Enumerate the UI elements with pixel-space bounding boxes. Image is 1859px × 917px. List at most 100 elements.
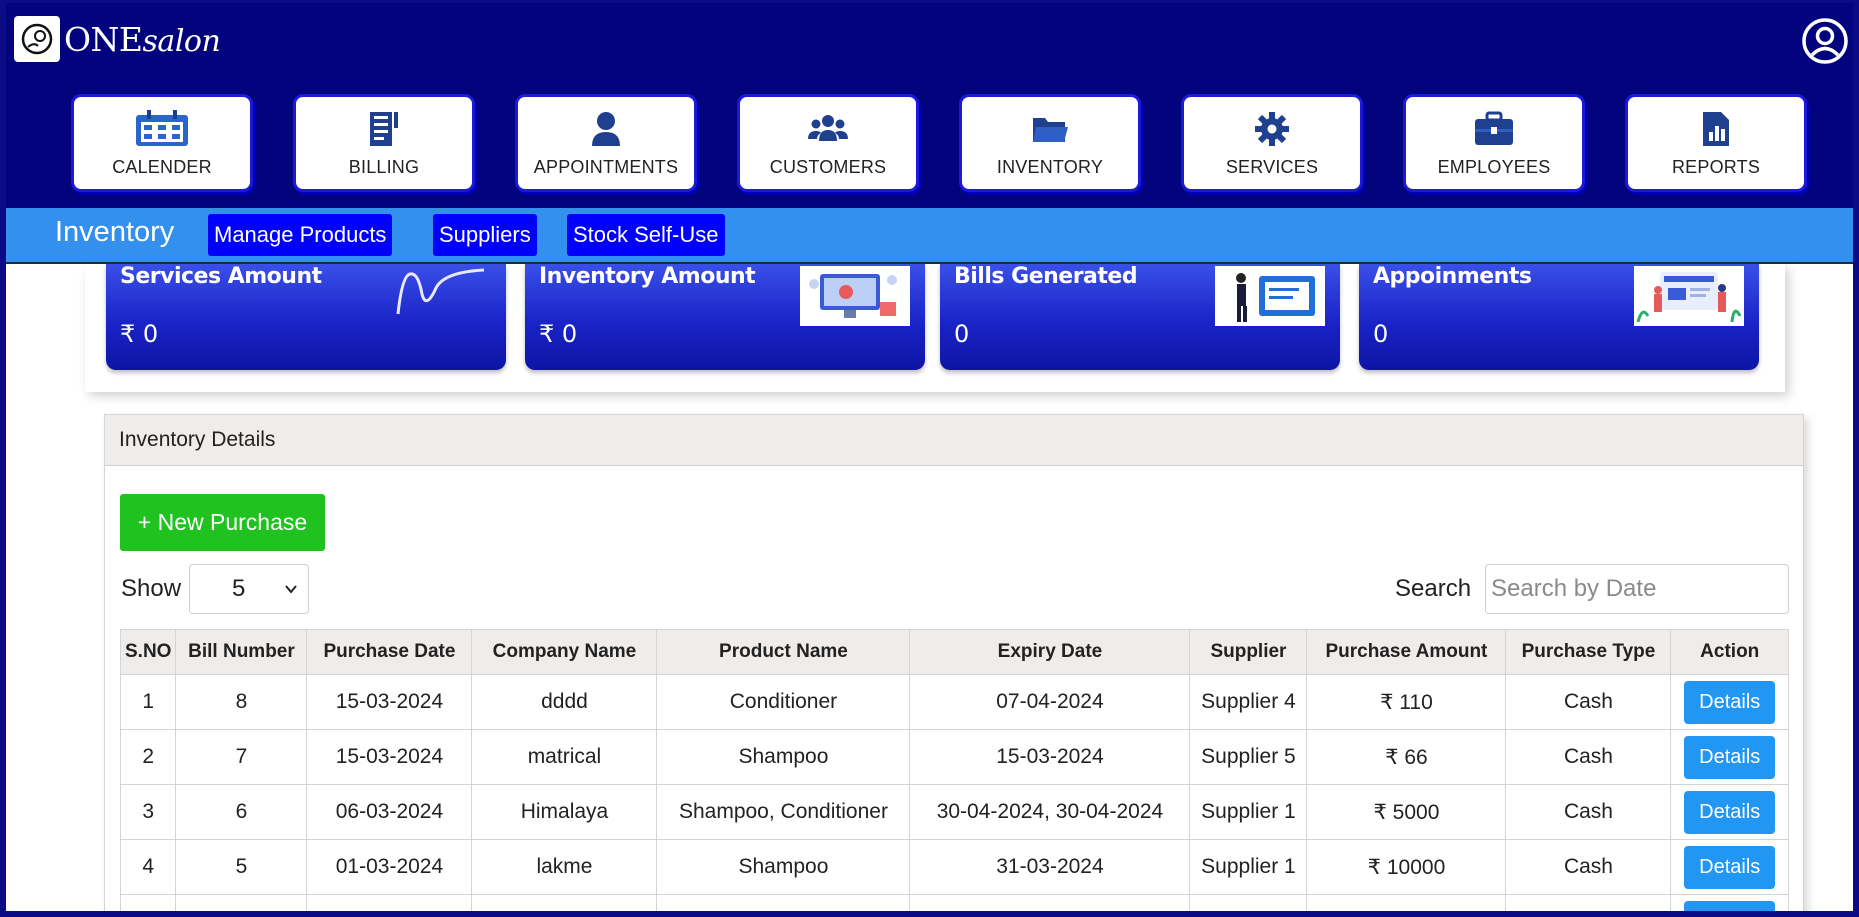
details-button[interactable]: Details [1684,735,1776,779]
details-button[interactable]: Details [1684,680,1776,724]
table-row: Details [119,894,1789,911]
main-nav: CALENDER BILLING APPOINTMENTS CUSTOMERS [64,94,1814,192]
cell-purchase-type: Cash [1505,784,1672,840]
stat-card-appoinments: Appoinments 0 [1359,264,1759,370]
table-row: 3 6 06-03-2024 Himalaya Shampoo, Conditi… [119,784,1789,840]
group-icon [800,109,856,149]
cell-action: Details [1670,674,1789,730]
stat-value: 0 [954,320,970,348]
cell-purchase-type: Cash [1505,674,1672,730]
new-purchase-button[interactable]: + New Purchase [120,494,325,551]
cell-product-name: Shampoo [656,729,911,785]
cell-sno [119,894,177,911]
cell-purchase-amount: ₹ 5000 [1306,784,1507,840]
nav-employees-button[interactable]: EMPLOYEES [1403,94,1585,192]
cell-purchase-date: 01-03-2024 [306,839,473,895]
nav-label: REPORTS [1671,156,1761,177]
nav-customers-button[interactable]: CUSTOMERS [737,94,919,192]
column-header[interactable]: Supplier [1189,629,1308,675]
report-icon [1688,109,1744,149]
cell-purchase-date [306,894,473,911]
cell-expiry-date [909,894,1191,911]
suppliers-link[interactable]: Suppliers [433,214,537,256]
details-button[interactable]: Details [1684,900,1776,911]
inventory-table: S.NO Bill Number Purchase Date Company N… [119,629,1789,911]
nav-inventory-button[interactable]: INVENTORY [959,94,1141,192]
nav-services-button[interactable]: SERVICES [1181,94,1363,192]
cell-supplier: Supplier 1 [1189,784,1308,840]
top-header: ONEsalon CALENDER BILLING APPOINTMENTS C… [6,3,1853,208]
stat-card-services-amount: Services Amount ₹ 0 [106,264,506,370]
inventory-illustration-icon [800,266,910,326]
nav-reports-button[interactable]: REPORTS [1625,94,1807,192]
search-input[interactable] [1485,564,1789,614]
cell-purchase-amount: ₹ 10000 [1306,839,1507,895]
cell-sno: 4 [119,839,177,895]
nav-label: SERVICES [1225,156,1319,177]
cell-purchase-type: Cash [1505,839,1672,895]
gear-icon [1244,109,1300,149]
card-heading: Inventory Details [105,415,1803,466]
column-header[interactable]: Company Name [471,629,658,675]
show-label: Show [121,575,182,602]
details-button[interactable]: Details [1684,845,1776,889]
search-label: Search [1395,575,1472,602]
cell-purchase-date: 15-03-2024 [306,729,473,785]
column-header[interactable]: Product Name [656,629,911,675]
column-header[interactable]: Bill Number [175,629,308,675]
cell-purchase-type: Cash [1505,729,1672,785]
cell-sno: 2 [119,729,177,785]
cell-bill-number: 8 [175,674,308,730]
nav-label: CUSTOMERS [769,156,887,177]
person-icon [578,109,634,149]
cell-bill-number: 6 [175,784,308,840]
stat-title: Bills Generated [954,264,1138,289]
brand-logo[interactable]: ONEsalon [14,16,221,62]
cell-sno: 3 [119,784,177,840]
column-header[interactable]: S.NO [119,629,177,675]
cell-action: Details [1670,894,1789,911]
nav-billing-button[interactable]: BILLING [293,94,475,192]
cell-expiry-date: 30-04-2024, 30-04-2024 [909,784,1191,840]
cell-supplier: Supplier 1 [1189,839,1308,895]
cell-action: Details [1670,729,1789,785]
stat-value: ₹ 0 [120,320,159,348]
cell-supplier [1189,894,1308,911]
column-header[interactable]: Purchase Type [1505,629,1672,675]
cell-bill-number: 7 [175,729,308,785]
cell-purchase-date: 15-03-2024 [306,674,473,730]
column-header[interactable]: Purchase Date [306,629,473,675]
show-entries-select[interactable]: 5 [189,564,309,614]
manage-products-link[interactable]: Manage Products [208,214,393,256]
table-row: 2 7 15-03-2024 matrical Shampoo 15-03-20… [119,729,1789,785]
nav-label: BILLING [348,156,420,177]
inventory-details-card: Inventory Details + New Purchase Show 5 … [104,414,1804,911]
stat-card-bills-generated: Bills Generated 0 [940,264,1340,370]
logo-mark-icon [14,16,60,62]
table-row: 1 8 15-03-2024 dddd Conditioner 07-04-20… [119,674,1789,730]
stat-value: 0 [1373,320,1389,348]
cell-product-name [656,894,911,911]
nav-label: CALENDER [112,156,212,177]
cell-sno: 1 [119,674,177,730]
nav-appointments-button[interactable]: APPOINTMENTS [515,94,697,192]
column-header[interactable]: Expiry Date [909,629,1191,675]
cell-product-name: Conditioner [656,674,911,730]
cell-company-name: dddd [471,674,658,730]
details-button[interactable]: Details [1684,790,1776,834]
nav-calender-button[interactable]: CALENDER [71,94,253,192]
show-entries-value: 5 [232,575,246,602]
cell-purchase-date: 06-03-2024 [306,784,473,840]
cell-action: Details [1670,784,1789,840]
cell-supplier: Supplier 5 [1189,729,1308,785]
stock-self-use-link[interactable]: Stock Self-Use [567,214,725,256]
cell-expiry-date: 07-04-2024 [909,674,1191,730]
cell-company-name: Himalaya [471,784,658,840]
stat-title: Inventory Amount [539,264,756,289]
cell-expiry-date: 31-03-2024 [909,839,1191,895]
cell-bill-number [175,894,308,911]
stat-value: ₹ 0 [539,320,578,348]
column-header[interactable]: Purchase Amount [1306,629,1507,675]
profile-icon[interactable] [1801,17,1849,65]
bills-illustration-icon [1215,266,1325,326]
